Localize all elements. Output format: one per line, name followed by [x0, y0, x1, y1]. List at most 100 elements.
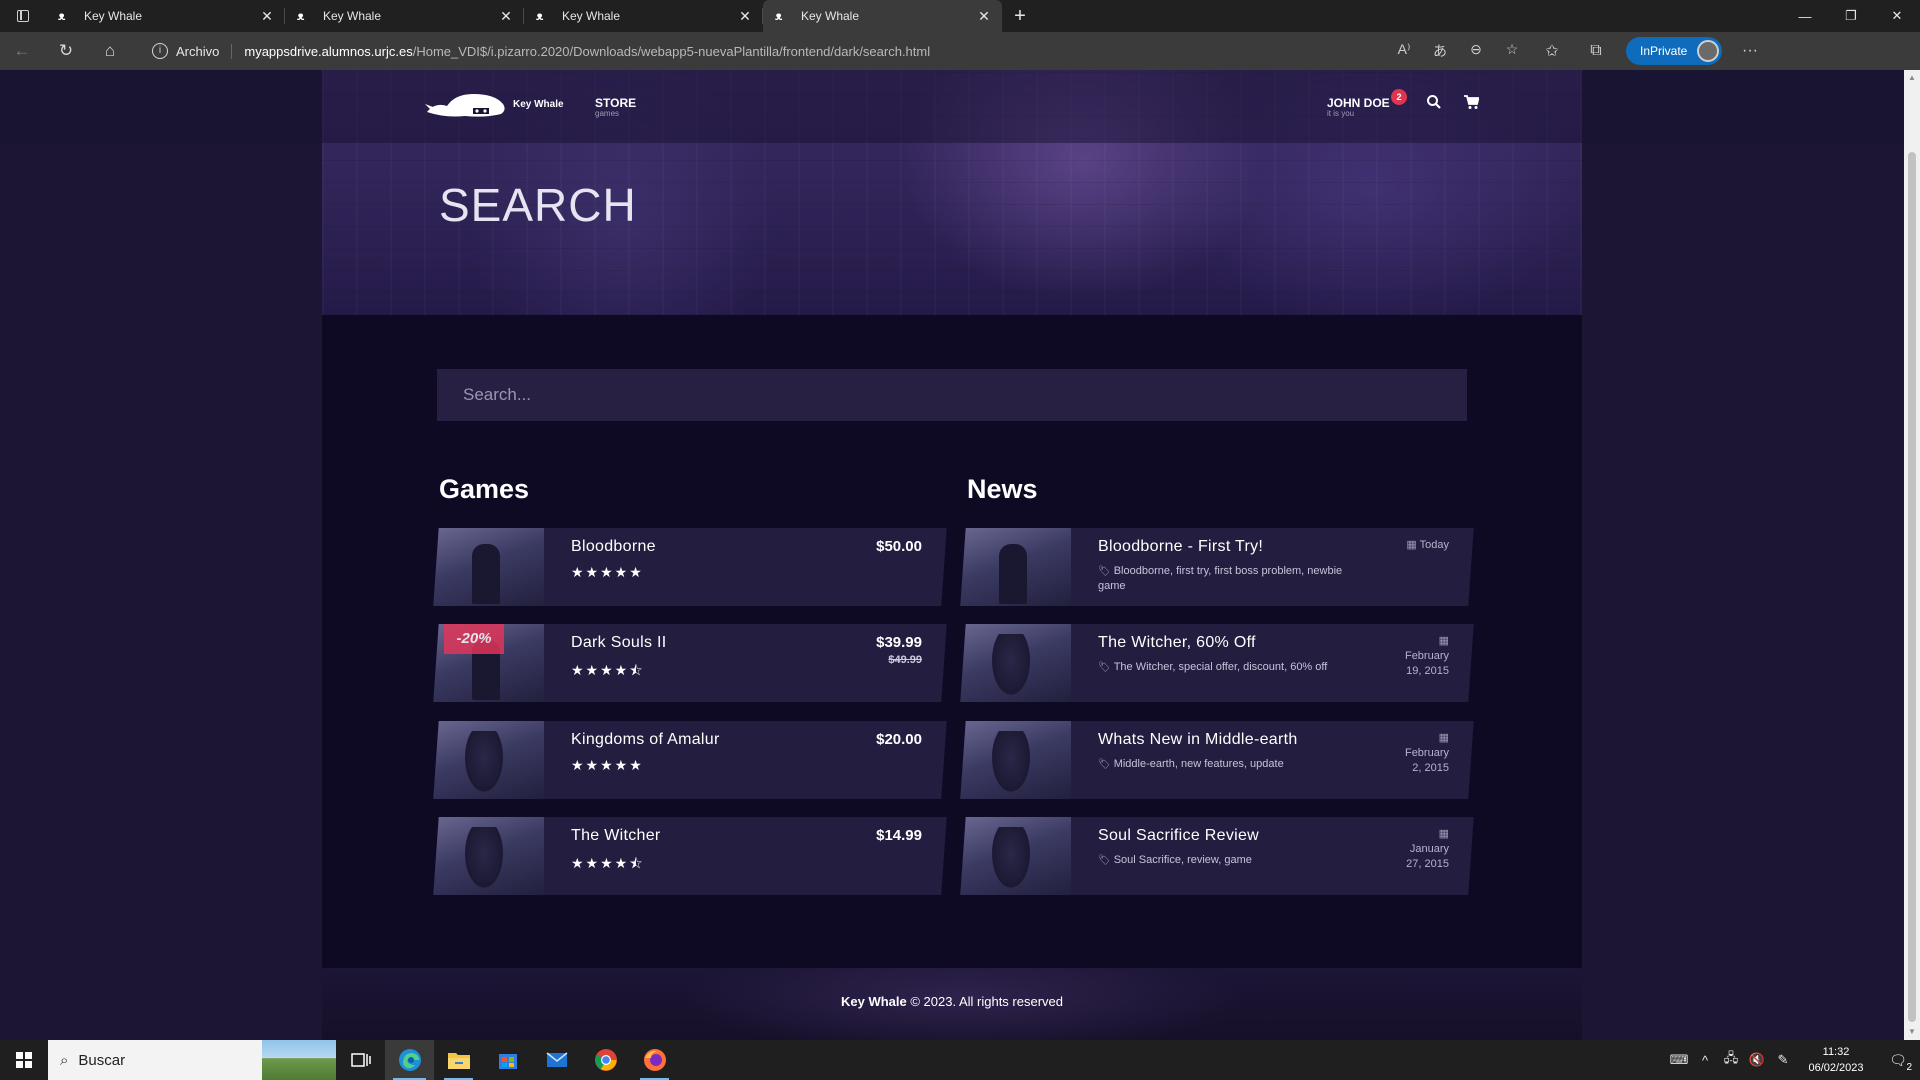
- firefox-icon[interactable]: [630, 1040, 679, 1080]
- microsoft-store-icon[interactable]: [483, 1040, 532, 1080]
- clock-time: 11:32: [1822, 1046, 1850, 1058]
- protocol-label: Archivo: [176, 43, 233, 59]
- tab-close-icon[interactable]: ✕: [498, 8, 514, 25]
- refresh-icon[interactable]: ↻: [44, 32, 88, 70]
- game-thumbnail: [433, 721, 544, 799]
- game-card[interactable]: -20% Dark Souls II ★★★★⯪ $39.99 $49.99: [433, 624, 947, 702]
- game-card[interactable]: Bloodborne ★★★★★ $50.00: [433, 528, 947, 606]
- game-card[interactable]: Kingdoms of Amalur ★★★★★ $20.00: [433, 721, 947, 799]
- news-thumbnail: [960, 624, 1071, 702]
- mail-icon[interactable]: [532, 1040, 581, 1080]
- read-aloud-icon[interactable]: A⁾: [1386, 41, 1422, 61]
- browser-tab-bar: ᴥ Key Whale ✕ ᴥ Key Whale ✕ ᴥ Key Whale …: [0, 0, 1920, 32]
- tab-title: Key Whale: [562, 9, 621, 23]
- site-info-icon[interactable]: i: [152, 43, 168, 59]
- scroll-down-arrow-icon[interactable]: ▼: [1904, 1024, 1920, 1040]
- site-logo[interactable]: Key Whale: [425, 88, 564, 120]
- browser-tab[interactable]: ᴥ Key Whale ✕: [285, 0, 524, 32]
- news-tags-text: Middle-earth, new features, update: [1113, 758, 1284, 770]
- more-options-icon[interactable]: ···: [1730, 42, 1770, 60]
- task-view-icon[interactable]: [336, 1040, 385, 1080]
- game-name: Bloodborne: [571, 538, 656, 555]
- url-path: /Home_VDI$/i.pizarro.2020/Downloads/weba…: [412, 43, 931, 59]
- new-tab-plus-icon[interactable]: +: [1002, 0, 1038, 32]
- add-favorite-icon[interactable]: ☆: [1494, 41, 1530, 61]
- browser-tab-active[interactable]: ᴥ Key Whale ✕: [763, 0, 1002, 32]
- keyboard-layout-icon[interactable]: ⌨: [1666, 1052, 1692, 1068]
- edge-app-icon[interactable]: [385, 1040, 434, 1080]
- home-icon[interactable]: ⌂: [88, 32, 132, 70]
- favorites-icon[interactable]: ✩: [1530, 41, 1574, 61]
- tab-close-icon[interactable]: ✕: [737, 8, 753, 25]
- chrome-icon[interactable]: [581, 1040, 630, 1080]
- show-hidden-icons-icon[interactable]: ^: [1692, 1053, 1718, 1068]
- toolbar-icons: ✩ ⧉: [1530, 41, 1618, 61]
- zoom-out-icon[interactable]: ⊖: [1458, 41, 1494, 61]
- pen-icon[interactable]: ✎: [1770, 1052, 1796, 1068]
- game-card[interactable]: The Witcher ★★★★⯪ $14.99: [433, 817, 947, 895]
- game-name: Kingdoms of Amalur: [571, 731, 720, 748]
- key-whale-favicon-icon: ᴥ: [536, 9, 544, 23]
- news-heading: News: [967, 474, 1038, 504]
- calendar-icon: ▦: [1438, 732, 1449, 744]
- news-thumbnail: [960, 721, 1071, 799]
- scrollbar-thumb[interactable]: [1908, 152, 1916, 1022]
- news-date-line2: 2, 2015: [1412, 762, 1449, 774]
- footer-copyright: © 2023. All rights reserved: [906, 994, 1064, 1009]
- address-bar-actions: A⁾ あ ⊖ ☆: [1386, 41, 1530, 61]
- tab-actions-menu-icon[interactable]: [0, 0, 46, 32]
- minimize-icon[interactable]: —: [1782, 0, 1828, 32]
- browser-tab[interactable]: ᴥ Key Whale ✕: [46, 0, 285, 32]
- user-menu[interactable]: JOHN DOE it is you 2: [1327, 89, 1407, 118]
- search-icon[interactable]: [1426, 94, 1442, 110]
- taskbar-search[interactable]: ⌕ Buscar: [48, 1040, 336, 1080]
- news-date-line1: February: [1404, 747, 1449, 759]
- key-whale-favicon-icon: ᴥ: [58, 9, 66, 23]
- news-date-line1: January: [1409, 843, 1449, 855]
- tab-close-icon[interactable]: ✕: [976, 8, 992, 25]
- rating-stars-icon: ★★★★★: [571, 564, 644, 580]
- network-icon[interactable]: 🖧: [1718, 1049, 1744, 1071]
- tag-icon: 🏷: [1098, 759, 1111, 770]
- page-scrollbar[interactable]: ▲ ▼: [1904, 70, 1920, 1040]
- collections-icon[interactable]: ⧉: [1574, 42, 1618, 60]
- calendar-icon: ▦: [1438, 828, 1449, 840]
- game-old-price: $49.99: [888, 654, 922, 666]
- games-heading: Games: [439, 474, 530, 504]
- windows-taskbar: ⌕ Buscar ⌨ ^ 🖧 🔇 ✎ 11:32 06/02/2023 🗨 2: [0, 1040, 1920, 1080]
- action-center-icon[interactable]: 🗨 2: [1876, 1052, 1920, 1073]
- tab-title: Key Whale: [323, 9, 382, 23]
- cart-icon[interactable]: [1463, 94, 1479, 110]
- news-card[interactable]: Soul Sacrifice Review 🏷 Soul Sacrifice, r…: [960, 817, 1474, 895]
- rating-stars-icon: ★★★★⯪: [571, 855, 645, 871]
- restore-icon[interactable]: ❐: [1828, 0, 1874, 32]
- page-title: SEARCH: [439, 179, 637, 231]
- search-highlight-image: [262, 1040, 336, 1080]
- inprivate-button[interactable]: InPrivate: [1626, 37, 1722, 65]
- news-date: ▦ Today: [1369, 538, 1449, 553]
- news-card[interactable]: Whats New in Middle-earth 🏷 Middle-earth,…: [960, 721, 1474, 799]
- scroll-up-arrow-icon[interactable]: ▲: [1904, 70, 1920, 86]
- back-arrow-icon[interactable]: ←: [0, 32, 44, 70]
- news-card[interactable]: The Witcher, 60% Off 🏷 The Witcher, speci…: [960, 624, 1474, 702]
- news-card[interactable]: Bloodborne - First Try! 🏷 Bloodborne, fir…: [960, 528, 1474, 606]
- nav-store-link[interactable]: STORE games: [595, 96, 636, 118]
- news-tags: 🏷 The Witcher, special offer, discount, 6…: [1098, 660, 1358, 675]
- taskbar-clock[interactable]: 11:32 06/02/2023: [1796, 1044, 1876, 1076]
- translate-icon[interactable]: あ: [1422, 41, 1458, 61]
- volume-muted-icon[interactable]: 🔇: [1744, 1052, 1770, 1068]
- game-price: $20.00: [876, 731, 922, 748]
- news-date-line2: 19, 2015: [1406, 665, 1449, 677]
- address-bar[interactable]: i Archivo myappsdrive.alumnos.urjc.es /H…: [140, 36, 1530, 66]
- window-close-icon[interactable]: ✕: [1874, 0, 1920, 32]
- tab-close-icon[interactable]: ✕: [259, 8, 275, 25]
- start-button[interactable]: [0, 1040, 48, 1080]
- news-title: The Witcher, 60% Off: [1098, 634, 1256, 651]
- game-thumbnail: [433, 817, 544, 895]
- search-input[interactable]: [437, 369, 1467, 421]
- file-explorer-icon[interactable]: [434, 1040, 483, 1080]
- rating-stars-icon: ★★★★★: [571, 757, 644, 773]
- browser-tab[interactable]: ᴥ Key Whale ✕: [524, 0, 763, 32]
- news-tags-text: Soul Sacrifice, review, game: [1113, 854, 1252, 866]
- news-tags-text: The Witcher, special offer, discount, 60…: [1113, 661, 1328, 673]
